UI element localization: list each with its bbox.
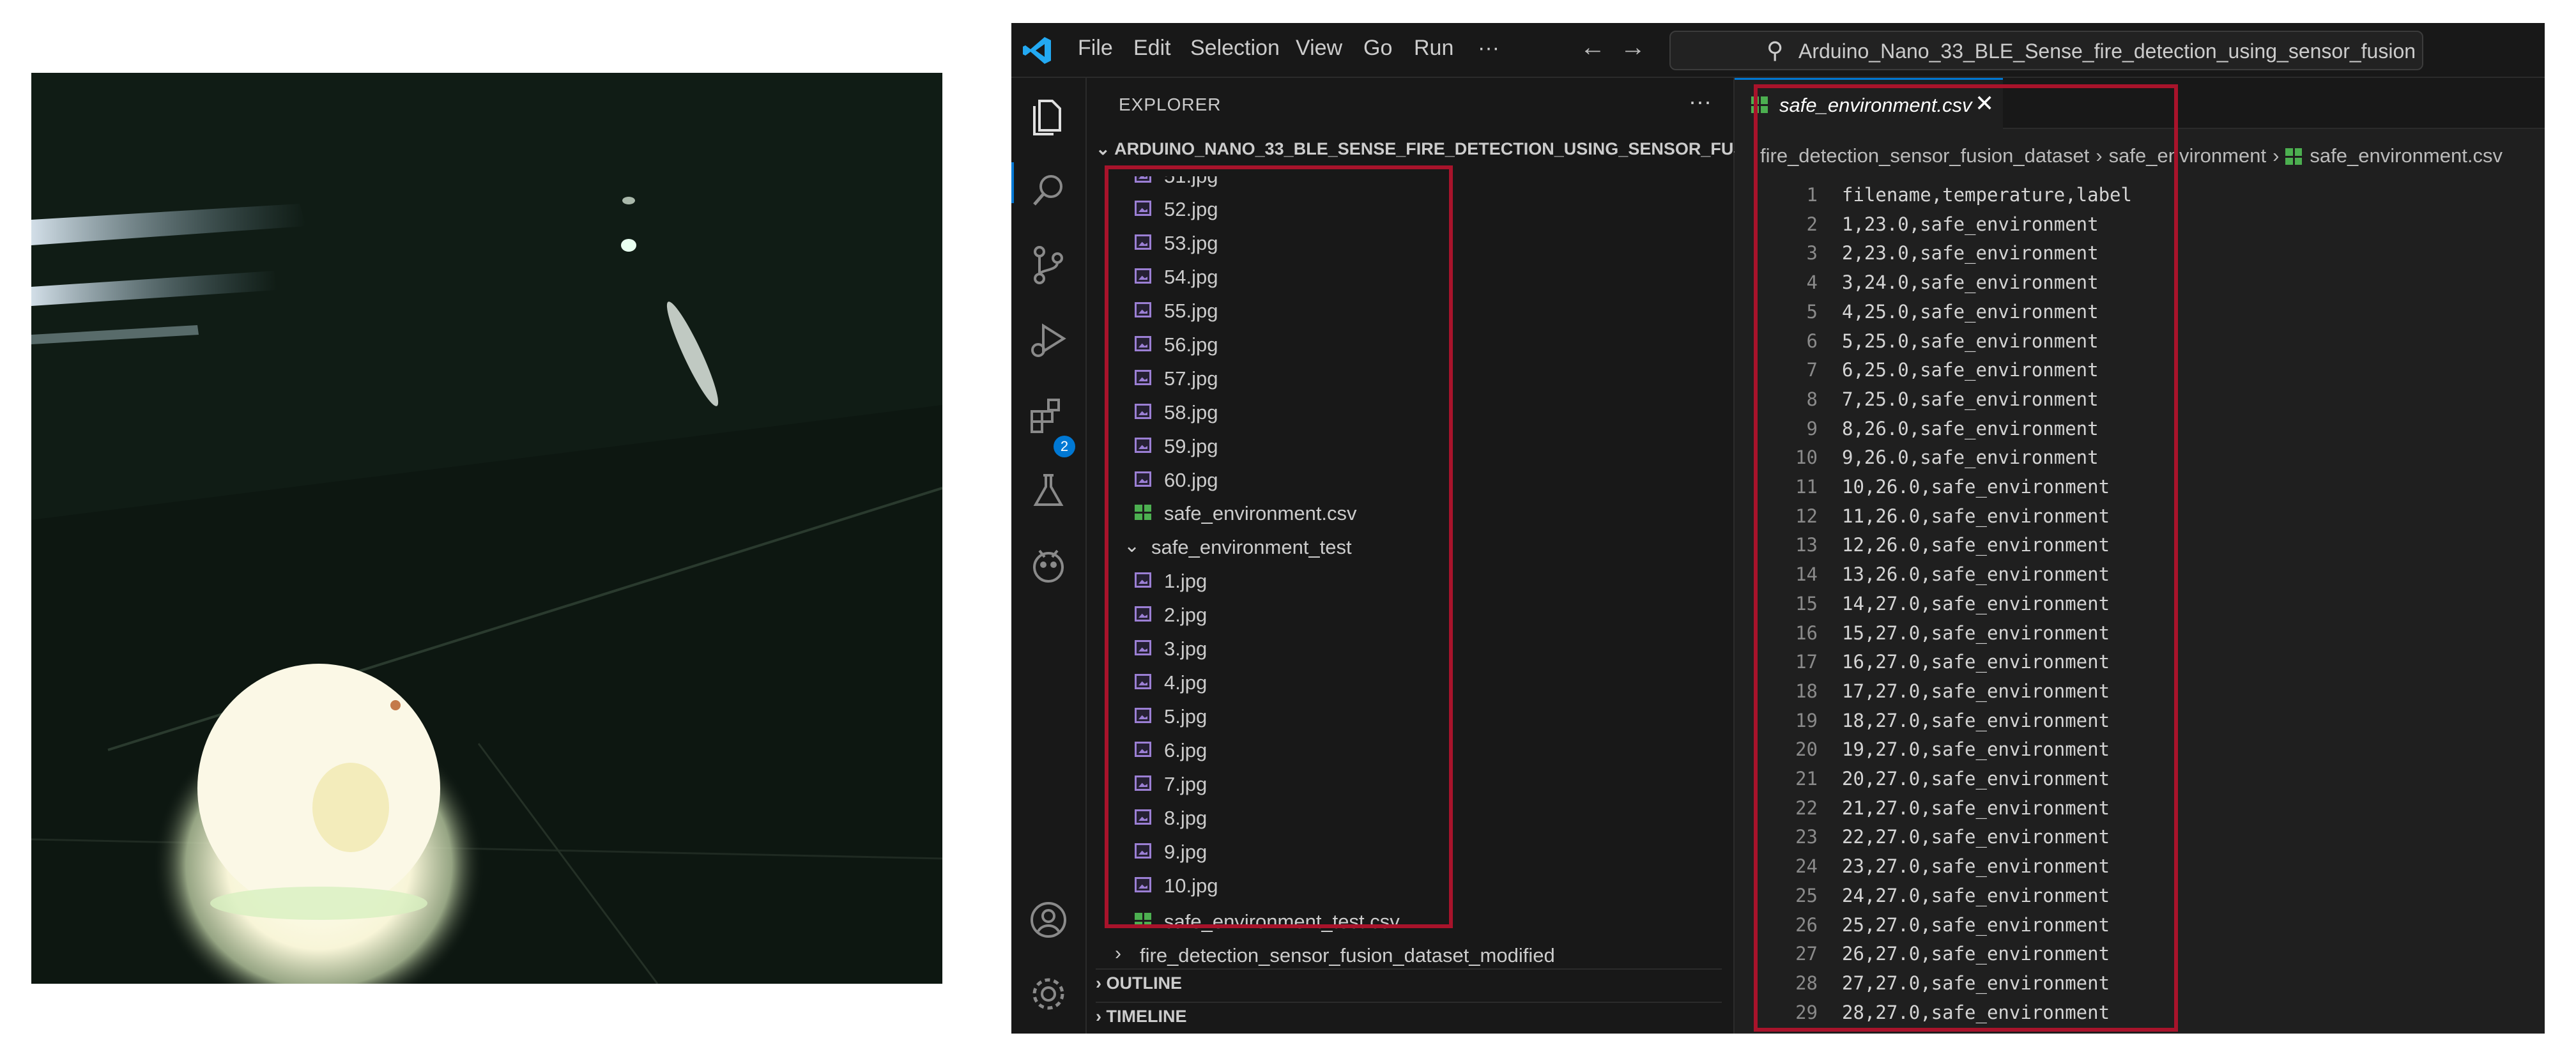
testing-icon[interactable] [1025, 468, 1071, 514]
chevron-right-icon: › [1096, 1007, 1107, 1026]
title-bar: File Edit Selection View Go Run ··· ← → … [1011, 23, 2545, 78]
outline-section[interactable]: › OUTLINE [1096, 968, 1722, 993]
explorer-root-folder[interactable]: ⌄ ARDUINO_NANO_33_BLE_SENSE_FIRE_DETECTI… [1096, 139, 1775, 159]
outline-label: OUTLINE [1106, 974, 1183, 993]
camera-photo [31, 73, 942, 984]
menu-edit[interactable]: Edit [1133, 36, 1171, 61]
platformio-icon[interactable] [1025, 543, 1071, 589]
settings-gear-icon[interactable] [1025, 971, 1071, 1017]
timeline-label: TIMELINE [1106, 1007, 1187, 1026]
explorer-icon[interactable] [1025, 92, 1071, 138]
extensions-icon[interactable] [1025, 392, 1071, 438]
explorer-more-button[interactable]: ··· [1689, 88, 1712, 115]
search-icon[interactable] [1025, 167, 1071, 213]
menu-file[interactable]: File [1078, 36, 1113, 61]
chevron-right-icon: › [1096, 974, 1107, 993]
menu-selection[interactable]: Selection [1190, 36, 1280, 61]
breadcrumb-item[interactable]: safe_environment.csv [2310, 144, 2503, 167]
active-indicator [1011, 162, 1014, 203]
chevron-down-icon: ⌄ [1096, 139, 1115, 158]
back-arrow-icon[interactable]: ← [1580, 33, 1606, 62]
vscode-window: File Edit Selection View Go Run ··· ← → … [1011, 23, 2545, 1034]
timeline-section[interactable]: › TIMELINE [1096, 1002, 1722, 1027]
search-icon: ⚲ [1767, 37, 1784, 63]
command-center-search[interactable]: ⚲ Arduino_Nano_33_BLE_Sense_fire_detecti… [1669, 31, 2423, 70]
chevron-right-icon: › [1115, 943, 1121, 964]
extensions-badge: 2 [1054, 436, 1075, 457]
explorer-header: EXPLORER [1119, 95, 1222, 114]
menu-more[interactable]: ··· [1478, 36, 1499, 61]
csv-file-icon [2285, 148, 2303, 165]
tree-item-label: fire_detection_sensor_fusion_dataset_mod… [1140, 944, 1555, 966]
activity-bar: 2 [1011, 78, 1087, 1034]
run-debug-icon[interactable] [1025, 317, 1071, 363]
root-folder-label: ARDUINO_NANO_33_BLE_SENSE_FIRE_DETECTION… [1114, 139, 1776, 158]
vscode-logo-icon [1023, 37, 1051, 64]
tree-folder-dataset-modified[interactable]: › fire_detection_sensor_fusion_dataset_m… [1087, 938, 1733, 972]
menu-run[interactable]: Run [1414, 36, 1453, 61]
annotation-box-file-list [1105, 165, 1453, 928]
command-center-text: Arduino_Nano_33_BLE_Sense_fire_detection… [1798, 40, 2416, 63]
fire-scene-image [31, 73, 942, 984]
account-icon[interactable] [1025, 897, 1071, 943]
chevron-right-icon: › [2273, 144, 2280, 167]
menu-view[interactable]: View [1296, 36, 1342, 61]
menu-go[interactable]: Go [1363, 36, 1392, 61]
source-control-icon[interactable] [1025, 241, 1071, 287]
forward-arrow-icon[interactable]: → [1620, 33, 1646, 62]
annotation-box-csv-content [1754, 84, 2178, 1032]
